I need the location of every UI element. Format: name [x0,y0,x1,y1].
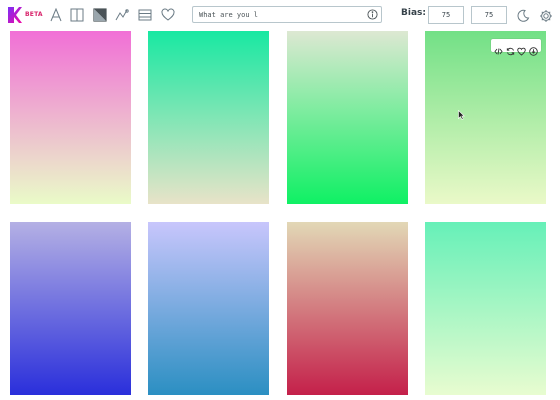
mouse-cursor-icon [458,110,465,120]
gradient-card[interactable] [287,31,408,204]
heart-icon[interactable] [517,41,527,56]
chart-line-icon[interactable] [115,8,129,22]
code-icon[interactable] [494,41,503,55]
search-input[interactable] [197,8,366,21]
top-toolbar: BETA Bias: 75 [0,0,560,30]
heart-icon[interactable] [161,8,175,22]
gradient-square-icon[interactable] [93,8,107,22]
gradient-card[interactable] [425,222,546,395]
bias-input-2[interactable]: 75 [471,6,507,24]
bias-label: Bias: [401,8,426,18]
gradient-card[interactable] [425,31,546,204]
bias-input-1[interactable]: 75 [428,6,464,24]
beta-badge: BETA [25,11,43,18]
settings-gear-icon[interactable] [539,8,553,22]
gradient-card[interactable] [287,222,408,395]
card-toolbar [491,39,541,56]
info-icon[interactable] [367,9,378,20]
download-icon[interactable] [529,41,538,56]
logo-icon[interactable] [8,7,22,23]
gradient-card[interactable] [148,222,269,395]
refresh-icon[interactable] [506,41,515,56]
gradient-card[interactable] [10,222,131,395]
split-columns-icon[interactable] [70,8,84,22]
gradient-card[interactable] [10,31,131,204]
gradient-card[interactable] [148,31,269,204]
font-icon[interactable] [49,8,63,22]
search-field[interactable] [192,6,382,23]
list-icon[interactable] [138,8,152,22]
moon-icon[interactable] [516,8,530,22]
